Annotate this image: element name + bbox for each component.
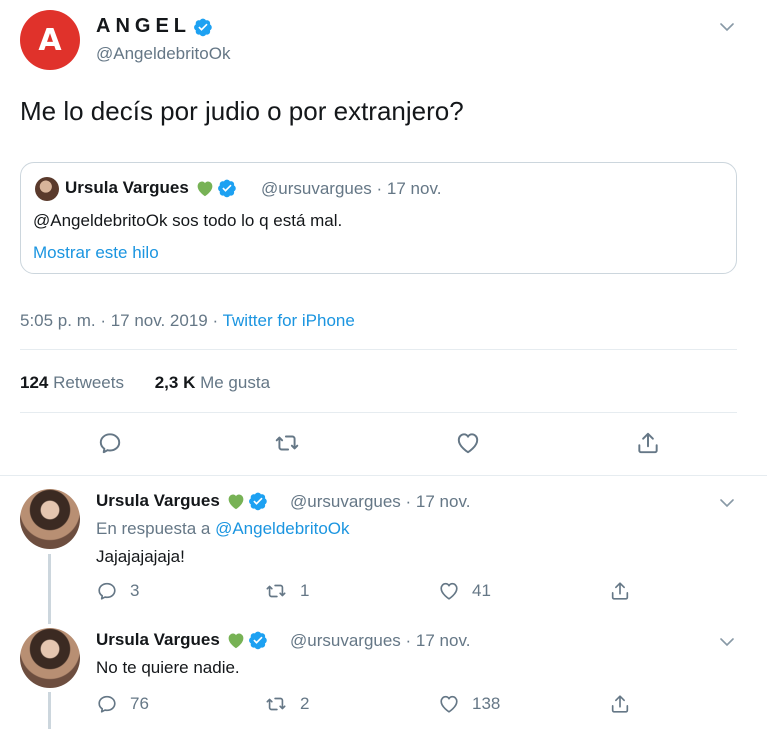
share-icon[interactable]	[609, 693, 631, 715]
quoted-handle-date: @ursuvargues · 17 nov.	[261, 179, 442, 198]
avatar-letter: A	[38, 22, 62, 58]
like-icon	[440, 582, 458, 600]
divider	[20, 412, 737, 413]
reply-button[interactable]: 3	[96, 580, 139, 602]
divider	[0, 475, 767, 476]
reply-count: 76	[130, 694, 149, 713]
reply-count: 3	[130, 581, 140, 600]
reply-icon[interactable]	[97, 430, 123, 456]
like-count: 41	[472, 581, 491, 600]
quoted-display-name: Ursula Vargues	[65, 178, 189, 197]
reply-author-name[interactable]: Ursula Vargues	[96, 630, 268, 650]
retweet-count: 2	[300, 694, 310, 713]
divider	[20, 349, 737, 350]
green-heart-icon	[197, 181, 213, 197]
reply-to-link[interactable]: @AngeldebritoOk	[215, 519, 349, 538]
share-icon[interactable]	[635, 430, 661, 456]
verified-badge-icon	[217, 179, 236, 198]
author-handle[interactable]: @AngeldebritoOk	[96, 44, 230, 64]
quoted-tweet-text: @AngeldebritoOk sos todo lo q está mal.	[33, 211, 343, 230]
green-heart-icon	[228, 633, 244, 649]
avatar[interactable]	[35, 177, 59, 201]
chevron-down-icon[interactable]	[718, 633, 736, 651]
retweet-button[interactable]: 2	[264, 693, 309, 715]
reply-handle-date: @ursuvargues · 17 nov.	[290, 631, 471, 650]
author-display-name[interactable]: ANGEL	[96, 15, 191, 38]
retweet-icon	[266, 697, 286, 711]
retweet-count: 1	[300, 581, 310, 600]
like-icon[interactable]	[455, 430, 481, 456]
chevron-down-icon[interactable]	[718, 494, 736, 512]
like-button[interactable]: 138	[438, 693, 500, 715]
like-count: 138	[472, 694, 501, 713]
avatar[interactable]	[20, 489, 80, 549]
thread-line	[48, 554, 51, 624]
retweet-icon	[266, 584, 286, 598]
tweet-meta: 5:05 p. m. · 17 nov. 2019 · Twitter for …	[20, 311, 355, 331]
tweet-stats: 124 Retweets 2,3 K Me gusta	[20, 373, 270, 393]
green-heart-icon	[228, 494, 244, 510]
quoted-tweet-card[interactable]: Ursula Vargues @ursuvargues · 17 nov. @A…	[20, 162, 737, 274]
quoted-author-name[interactable]: Ursula Vargues	[65, 178, 237, 198]
reply-button[interactable]: 76	[96, 693, 149, 715]
verified-badge-icon	[194, 18, 212, 36]
like-button[interactable]: 41	[438, 580, 491, 602]
like-icon	[440, 695, 458, 713]
chevron-down-icon[interactable]	[718, 18, 736, 36]
tweet-source-link[interactable]: Twitter for iPhone	[223, 311, 355, 330]
tweet-timestamp: 5:05 p. m. · 17 nov. 2019 ·	[20, 311, 223, 330]
avatar[interactable]	[20, 628, 80, 688]
show-thread-link[interactable]: Mostrar este hilo	[33, 243, 159, 263]
verified-badge-icon	[248, 492, 267, 511]
verified-badge-icon	[248, 631, 267, 650]
retweet-icon[interactable]	[274, 430, 300, 456]
retweet-button[interactable]: 1	[264, 580, 309, 602]
avatar[interactable]: A	[20, 10, 80, 70]
thread-line	[48, 692, 51, 729]
likes-stat[interactable]: 2,3 K Me gusta	[155, 373, 270, 392]
reply-icon	[98, 582, 116, 600]
reply-handle-date: @ursuvargues · 17 nov.	[290, 492, 471, 511]
tweet-text: Me lo decís por judio o por extranjero?	[20, 96, 464, 126]
author-name[interactable]: ANGEL	[96, 15, 213, 38]
reply-icon	[98, 695, 116, 713]
reply-text: Jajajajajaja!	[96, 547, 185, 566]
retweets-stat[interactable]: 124 Retweets	[20, 373, 124, 392]
reply-context: En respuesta a @AngeldebritoOk	[96, 519, 350, 538]
reply-author-name[interactable]: Ursula Vargues	[96, 491, 268, 511]
share-icon[interactable]	[609, 580, 631, 602]
reply-text: No te quiere nadie.	[96, 658, 240, 677]
